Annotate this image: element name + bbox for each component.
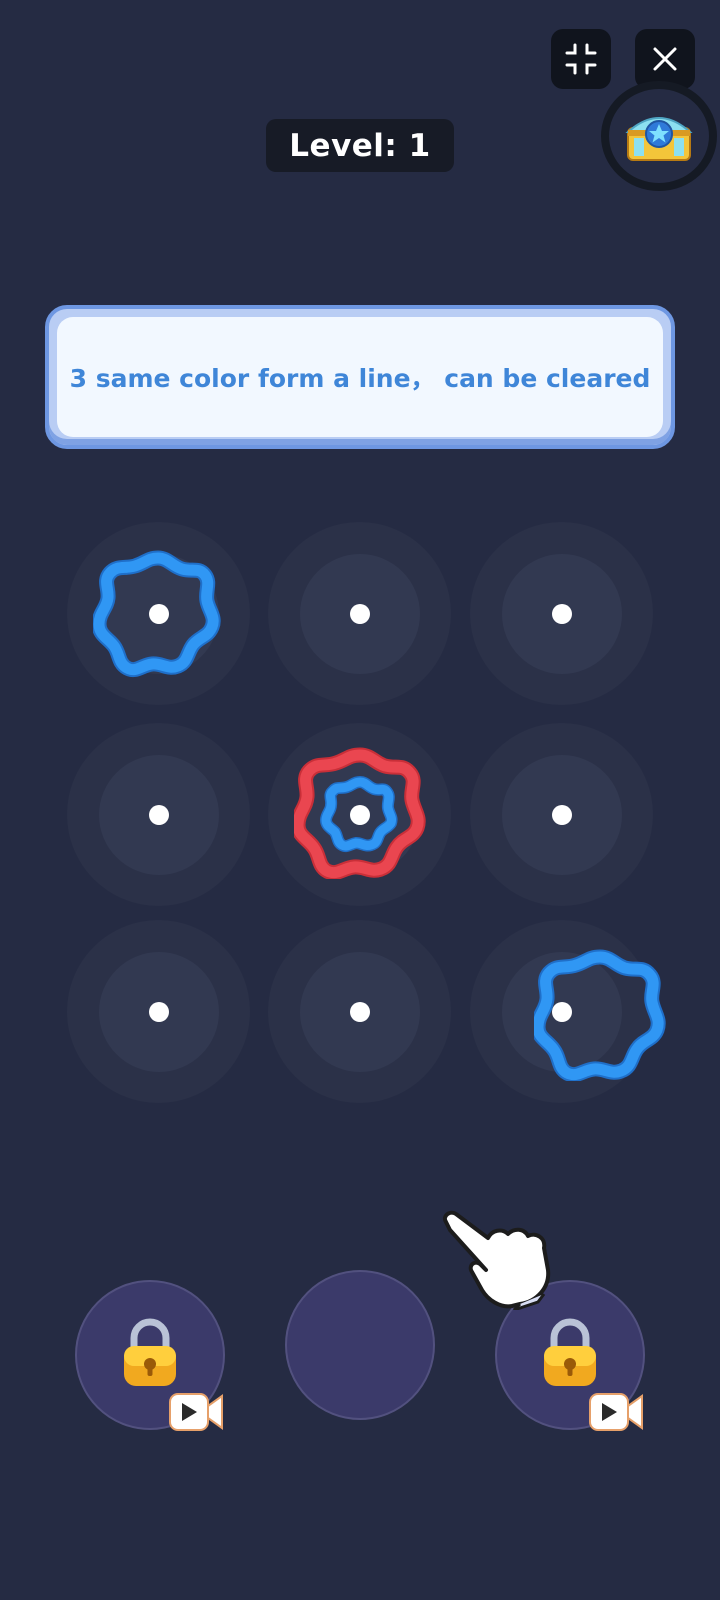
hint-text: 3 same color form a line， can be cleared: [57, 317, 663, 437]
slot-peg: [349, 1001, 370, 1022]
slot-peg: [551, 1001, 572, 1022]
slot-peg: [551, 603, 572, 624]
slot-peg: [148, 804, 169, 825]
lock-icon: [124, 1318, 176, 1386]
slot-peg: [349, 804, 370, 825]
treasure-chest-button[interactable]: [601, 81, 717, 191]
board-slot-r2c3[interactable]: [470, 723, 653, 906]
hint-banner: 3 same color form a line， can be cleared: [45, 305, 675, 449]
board-slot-r3c2[interactable]: [268, 920, 451, 1103]
board-slot-r2c2[interactable]: [268, 723, 451, 906]
treasure-chest-icon: [625, 117, 693, 161]
slot-peg: [349, 603, 370, 624]
slot-peg: [551, 804, 572, 825]
board-slot-r1c1[interactable]: [67, 522, 250, 705]
board-slot-r1c3[interactable]: [470, 522, 653, 705]
video-ad-icon[interactable]: [588, 1390, 644, 1434]
tray-slot-2-empty[interactable]: [285, 1270, 435, 1420]
video-ad-icon[interactable]: [168, 1390, 224, 1434]
minimize-icon: [565, 43, 597, 75]
board-slot-r2c1[interactable]: [67, 723, 250, 906]
close-button[interactable]: [635, 29, 695, 89]
board-slot-r1c2[interactable]: [268, 522, 451, 705]
slot-peg: [148, 603, 169, 624]
level-text: Level: 1: [289, 127, 431, 164]
board-slot-r3c1[interactable]: [67, 920, 250, 1103]
tutorial-hand-icon: [443, 1210, 551, 1310]
board-slot-r3c3[interactable]: [470, 920, 653, 1103]
level-indicator: Level: 1: [266, 119, 454, 172]
close-icon: [653, 47, 677, 71]
lock-icon: [544, 1318, 596, 1386]
slot-peg: [148, 1001, 169, 1022]
minimize-button[interactable]: [551, 29, 611, 89]
